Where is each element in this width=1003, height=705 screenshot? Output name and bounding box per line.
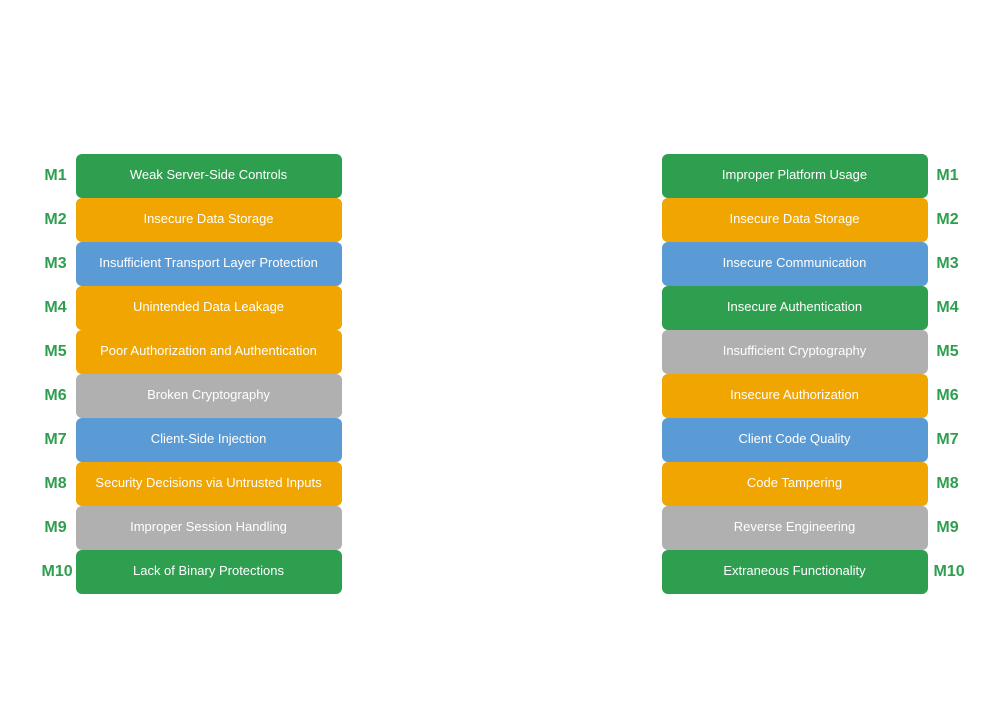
left-label-4: M5 — [42, 343, 70, 361]
right-row-8: M9 Reverse Engineering — [662, 506, 962, 550]
left-box-1: Insecure Data Storage — [76, 198, 342, 242]
right-label-0: M1 — [934, 167, 962, 185]
left-label-3: M4 — [42, 299, 70, 317]
left-row-1: M2 Insecure Data Storage — [42, 198, 342, 242]
right-row-1: M2 Insecure Data Storage — [662, 198, 962, 242]
left-box-7: Security Decisions via Untrusted Inputs — [76, 462, 342, 506]
right-row-9: M10 Extraneous Functionality — [662, 550, 962, 594]
right-label-8: M9 — [934, 519, 962, 537]
right-box-6: Client Code Quality — [662, 418, 928, 462]
right-box-0: Improper Platform Usage — [662, 154, 928, 198]
right-box-3: Insecure Authentication — [662, 286, 928, 330]
right-header — [662, 126, 962, 144]
left-row-8: M9 Improper Session Handling — [42, 506, 342, 550]
right-row-3: M4 Insecure Authentication — [662, 286, 962, 330]
left-row-7: M8 Security Decisions via Untrusted Inpu… — [42, 462, 342, 506]
left-row-9: M10 Lack of Binary Protections — [42, 550, 342, 594]
left-row-4: M5 Poor Authorization and Authentication — [42, 330, 342, 374]
left-label-8: M9 — [42, 519, 70, 537]
left-row-6: M7 Client-Side Injection — [42, 418, 342, 462]
left-box-0: Weak Server-Side Controls — [76, 154, 342, 198]
right-column: M1 Improper Platform Usage M2 Insecure D… — [662, 126, 962, 594]
right-box-9: Extraneous Functionality — [662, 550, 928, 594]
right-row-6: M7 Client Code Quality — [662, 418, 962, 462]
right-row-7: M8 Code Tampering — [662, 462, 962, 506]
right-box-1: Insecure Data Storage — [662, 198, 928, 242]
left-header — [42, 126, 342, 144]
right-label-3: M4 — [934, 299, 962, 317]
left-label-2: M3 — [42, 255, 70, 273]
right-label-7: M8 — [934, 475, 962, 493]
right-label-2: M3 — [934, 255, 962, 273]
right-box-4: Insufficient Cryptography — [662, 330, 928, 374]
left-box-6: Client-Side Injection — [76, 418, 342, 462]
left-row-5: M6 Broken Cryptography — [42, 374, 342, 418]
right-row-4: M5 Insufficient Cryptography — [662, 330, 962, 374]
right-box-7: Code Tampering — [662, 462, 928, 506]
right-label-5: M6 — [934, 387, 962, 405]
left-row-3: M4 Unintended Data Leakage — [42, 286, 342, 330]
right-row-0: M1 Improper Platform Usage — [662, 154, 962, 198]
right-box-5: Insecure Authorization — [662, 374, 928, 418]
left-box-5: Broken Cryptography — [76, 374, 342, 418]
left-box-3: Unintended Data Leakage — [76, 286, 342, 330]
left-label-0: M1 — [42, 167, 70, 185]
main-container: M1 Weak Server-Side Controls M2 Insecure… — [22, 102, 982, 604]
left-label-5: M6 — [42, 387, 70, 405]
right-label-1: M2 — [934, 211, 962, 229]
columns-wrapper: M1 Weak Server-Side Controls M2 Insecure… — [42, 126, 962, 594]
right-box-8: Reverse Engineering — [662, 506, 928, 550]
left-column: M1 Weak Server-Side Controls M2 Insecure… — [42, 126, 342, 594]
left-box-4: Poor Authorization and Authentication — [76, 330, 342, 374]
left-row-0: M1 Weak Server-Side Controls — [42, 154, 342, 198]
left-box-9: Lack of Binary Protections — [76, 550, 342, 594]
right-row-5: M6 Insecure Authorization — [662, 374, 962, 418]
right-label-4: M5 — [934, 343, 962, 361]
right-label-6: M7 — [934, 431, 962, 449]
left-row-2: M3 Insufficient Transport Layer Protecti… — [42, 242, 342, 286]
right-label-9: M10 — [934, 563, 962, 581]
left-label-1: M2 — [42, 211, 70, 229]
left-label-7: M8 — [42, 475, 70, 493]
left-box-2: Insufficient Transport Layer Protection — [76, 242, 342, 286]
left-label-9: M10 — [42, 563, 70, 581]
left-box-8: Improper Session Handling — [76, 506, 342, 550]
right-box-2: Insecure Communication — [662, 242, 928, 286]
right-row-2: M3 Insecure Communication — [662, 242, 962, 286]
left-label-6: M7 — [42, 431, 70, 449]
